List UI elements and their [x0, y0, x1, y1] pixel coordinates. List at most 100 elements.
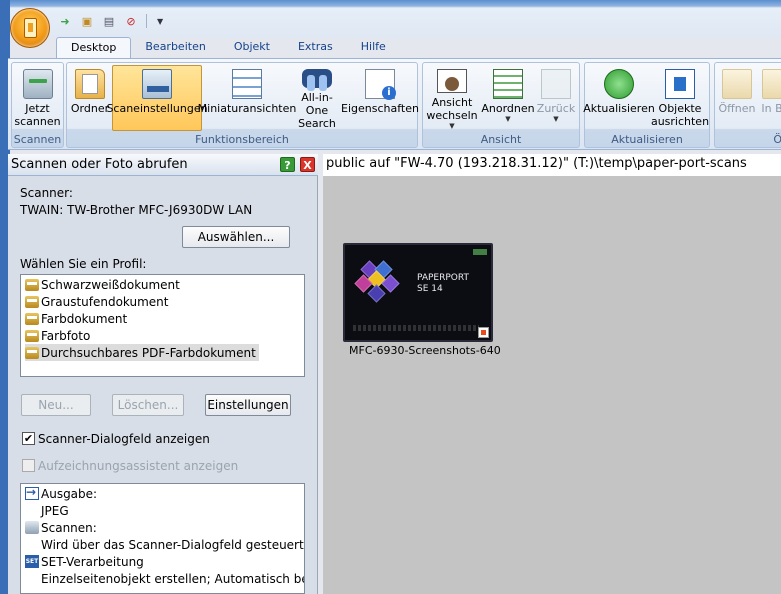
binoculars-icon [302, 69, 332, 91]
desktop-content-area[interactable]: PAPERPORT SE 14 MFC-6930-Screenshots-640 [323, 176, 781, 594]
list-item-selected[interactable]: Durchsuchbares PDF-Farbdokument [25, 344, 259, 361]
open-in-button[interactable]: In B [759, 66, 781, 130]
scan-quick-icon[interactable]: ➜ [56, 12, 74, 30]
logo-icon [473, 249, 487, 255]
ribbon: Jetzt scannen Scannen Ordner Scaneinstel… [8, 58, 781, 150]
profile-list[interactable]: Schwarzweißdokument Graustufendokument F… [20, 274, 305, 377]
scan-now-button[interactable]: Jetzt scannen [14, 66, 61, 130]
chevron-down-icon: ▼ [505, 115, 511, 123]
back-icon [541, 69, 571, 99]
group-label-scannen: Scannen [13, 133, 62, 146]
properties-icon [365, 69, 396, 100]
folder-path: public auf "FW-4.70 (193.218.31.12)" (T:… [323, 154, 781, 176]
new-profile-button[interactable]: Neu... [21, 394, 91, 416]
list-item[interactable]: Graustufendokument [25, 293, 169, 310]
thumbnail-title: PAPERPORT SE 14 [417, 273, 469, 294]
document-thumbnail[interactable]: PAPERPORT SE 14 [343, 243, 493, 342]
profile-label-text: Farbdokument [41, 311, 128, 326]
properties-button[interactable]: Eigenschaften [341, 66, 419, 130]
customize-toolbar-icon[interactable]: ▼ [157, 17, 163, 26]
profile-label: Wählen Sie ein Profil: [20, 257, 147, 271]
application-menu-button[interactable] [10, 8, 50, 48]
cancel-icon[interactable]: ⊘ [122, 12, 140, 30]
output-line-text: Wird über das Scanner-Dialogfeld gesteue… [41, 537, 304, 552]
group-label-ansicht: Ansicht [480, 133, 522, 146]
tab-bearbeiten[interactable]: Bearbeiten [131, 37, 219, 59]
output-line-text: SET-Verarbeitung [41, 554, 144, 569]
chevron-down-icon: ▼ [553, 115, 559, 123]
arrange-label: Anordnen [481, 102, 535, 115]
tab-desktop[interactable]: Desktop [56, 37, 132, 59]
fine-print [353, 325, 479, 331]
align-objects-button[interactable]: Objekte ausrichten [650, 66, 710, 130]
tab-objekt[interactable]: Objekt [220, 37, 284, 59]
thumbnail-caption: MFC-6930-Screenshots-640 [349, 344, 501, 357]
profile-label-text: Schwarzweißdokument [41, 277, 180, 292]
list-item[interactable]: Schwarzweißdokument [25, 276, 180, 293]
arrange-button[interactable]: Anordnen ▼ [481, 66, 535, 130]
open-icon [722, 69, 752, 99]
back-button[interactable]: Zurück ▼ [535, 66, 577, 130]
profile-icon [25, 346, 39, 359]
scan-settings-button[interactable]: Scaneinstellungen [106, 65, 208, 131]
profile-label-text: Graustufendokument [41, 294, 169, 309]
help-icon[interactable]: ? [280, 157, 295, 172]
close-icon[interactable]: X [300, 157, 315, 172]
assistant-label: Aufzeichnungsassistent anzeigen [38, 459, 239, 473]
open-button[interactable]: Öffnen [717, 66, 757, 130]
list-item[interactable]: Farbdokument [25, 310, 127, 327]
align-objects-icon [665, 69, 695, 99]
print-icon[interactable]: ▤ [100, 12, 118, 30]
list-item: Scannen: [25, 519, 97, 536]
view-icon [437, 69, 467, 93]
group-scannen: Jetzt scannen Scannen [11, 62, 64, 148]
output-line-text: JPEG [41, 503, 69, 518]
scanner-icon [25, 521, 39, 534]
paperport-logo-icon [24, 18, 37, 38]
back-label: Zurück [536, 102, 576, 115]
open-label: Öffnen [718, 102, 756, 115]
scanner-icon [22, 69, 53, 99]
thumbnails-button[interactable]: Miniaturansichten [198, 66, 296, 130]
scan-panel: Scannen oder Foto abrufen ? X Scanner: T… [8, 154, 318, 594]
tab-extras[interactable]: Extras [284, 37, 347, 59]
thumbnails-icon [232, 69, 262, 99]
delete-profile-button[interactable]: Löschen... [112, 394, 184, 416]
show-dialog-label: Scanner-Dialogfeld anzeigen [38, 432, 210, 446]
all-in-one-search-button[interactable]: All-in-One Search [291, 66, 343, 130]
profile-icon [25, 329, 39, 342]
properties-label: Eigenschaften [341, 102, 419, 115]
settings-button[interactable]: Einstellungen [205, 394, 291, 416]
new-document-icon[interactable]: ▣ [78, 12, 96, 30]
tab-hilfe[interactable]: Hilfe [347, 37, 400, 59]
refresh-label: Aktualisieren [583, 102, 655, 115]
folders-button[interactable]: Ordner [69, 66, 111, 130]
assistant-checkbox[interactable] [22, 459, 35, 472]
group-ansicht: Ansicht wechseln ▼ Anordnen ▼ Zurück ▼ A… [422, 62, 580, 148]
group-open-partial: Öffnen In B Ö [714, 62, 781, 148]
arrange-icon [493, 69, 523, 99]
file-type-icon [478, 327, 489, 338]
thumbnails-label: Miniaturansichten [197, 102, 297, 115]
list-item: SET SET-Verarbeitung [25, 553, 144, 570]
refresh-button[interactable]: Aktualisieren [583, 66, 655, 130]
select-scanner-button[interactable]: Auswählen... [182, 226, 290, 248]
chevron-down-icon: ▼ [449, 122, 455, 130]
scan-settings-icon [142, 69, 172, 99]
scanner-label: Scanner: [20, 186, 73, 200]
group-label-aktualisieren: Aktualisieren [611, 133, 683, 146]
list-item[interactable]: Farbfoto [25, 327, 90, 344]
panel-header: Scannen oder Foto abrufen ? X [8, 154, 318, 176]
group-label-partial: Ö [773, 133, 781, 146]
folders-label: Ordner [70, 102, 110, 115]
align-objects-label: Objekte ausrichten [650, 102, 710, 128]
show-dialog-checkbox[interactable]: ✔ [22, 432, 35, 445]
scan-settings-label: Scaneinstellungen [106, 102, 208, 115]
refresh-icon [604, 69, 634, 99]
panel-title: Scannen oder Foto abrufen [11, 157, 188, 172]
profile-icon [25, 278, 39, 291]
all-in-one-search-label: All-in-One Search [298, 91, 336, 130]
switch-view-button[interactable]: Ansicht wechseln ▼ [425, 66, 479, 130]
switch-view-label: Ansicht wechseln [426, 96, 478, 122]
profile-icon [25, 312, 39, 325]
